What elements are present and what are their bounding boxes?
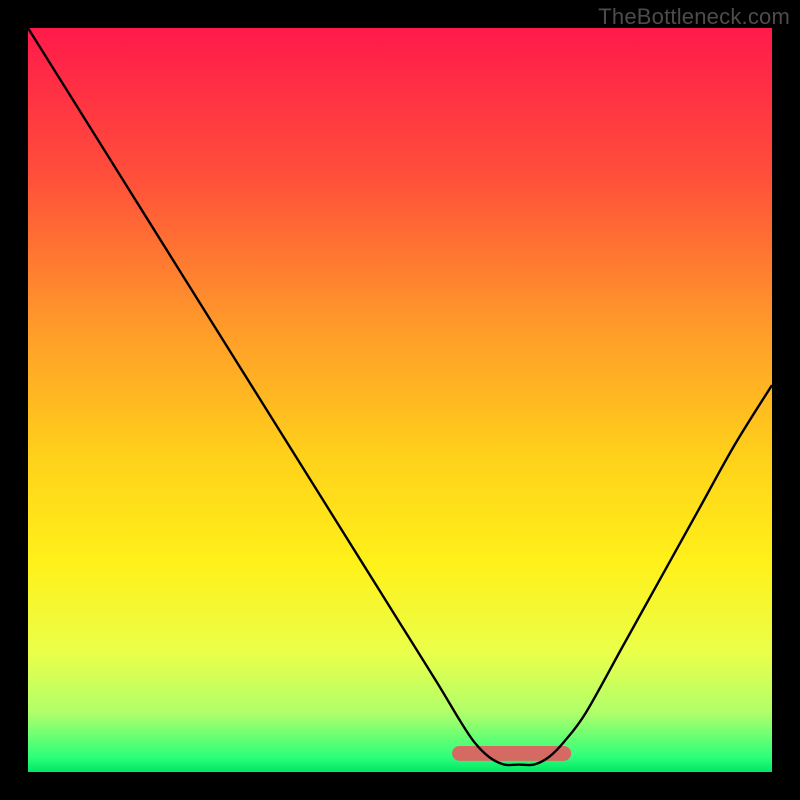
watermark-text: TheBottleneck.com — [598, 4, 790, 30]
bottleneck-curve — [28, 28, 772, 765]
chart-frame: TheBottleneck.com — [0, 0, 800, 800]
curve-layer — [28, 28, 772, 772]
plot-area — [28, 28, 772, 772]
